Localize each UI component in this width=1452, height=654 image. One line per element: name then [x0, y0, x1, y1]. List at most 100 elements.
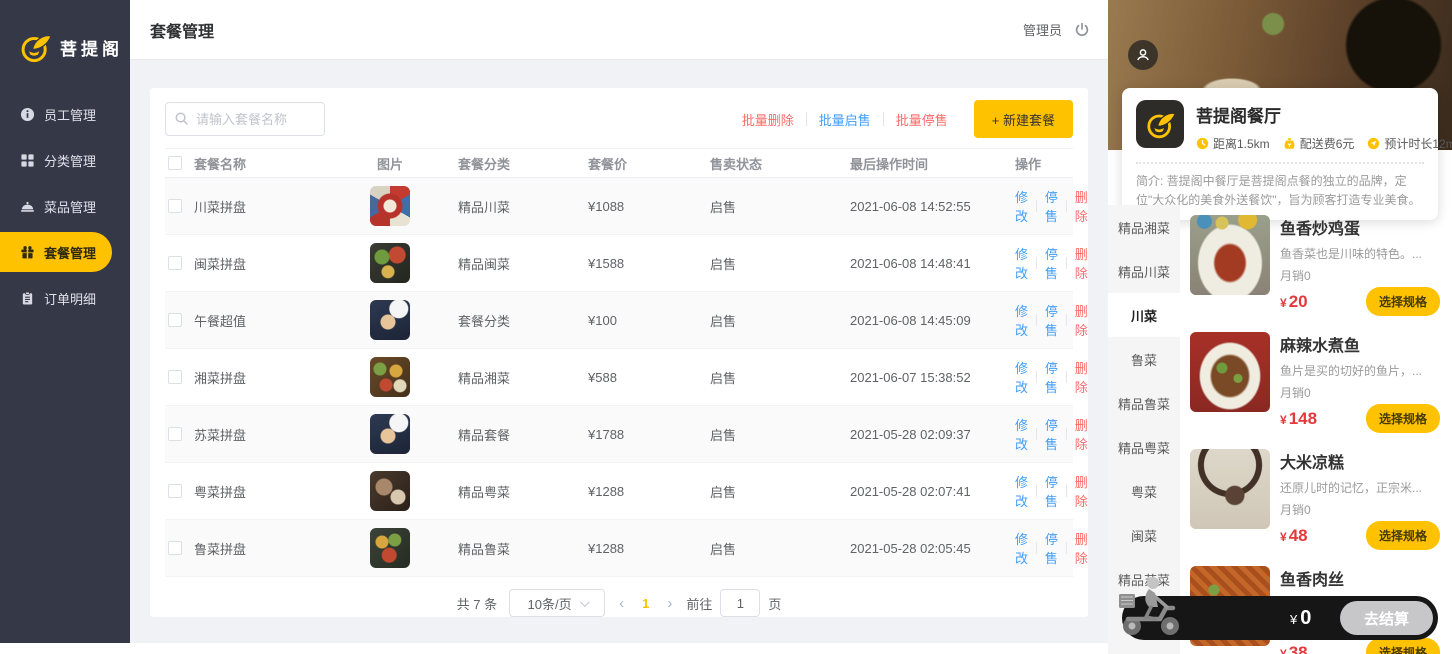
- edit-link[interactable]: 修改: [1015, 301, 1028, 339]
- row-checkbox[interactable]: [168, 256, 182, 270]
- row-checkbox[interactable]: [168, 484, 182, 498]
- sidebar-item-employee[interactable]: 员工管理: [0, 94, 112, 134]
- prev-page-button[interactable]: ‹: [617, 595, 626, 612]
- row-actions: 修改 停售 删除: [1015, 244, 1088, 282]
- delete-link[interactable]: 删除: [1075, 244, 1088, 282]
- dish-name[interactable]: 鱼香肉丝: [1280, 566, 1440, 590]
- category-item[interactable]: 精品湘菜: [1108, 205, 1180, 249]
- stop-sale-link[interactable]: 停售: [1045, 472, 1058, 510]
- batch-enable-button[interactable]: 批量启售: [807, 110, 883, 129]
- table-row: 鲁菜拼盘 精品鲁菜 ¥1288 启售 2021-05-28 02:05:45 修…: [165, 520, 1073, 577]
- stop-sale-link[interactable]: 停售: [1045, 244, 1058, 282]
- edit-link[interactable]: 修改: [1015, 529, 1028, 567]
- setmeal-price: ¥588: [560, 370, 685, 385]
- sale-status: 启售: [685, 368, 825, 387]
- stop-sale-link[interactable]: 停售: [1045, 358, 1058, 396]
- goto-page-input[interactable]: [720, 589, 760, 617]
- delete-link[interactable]: 删除: [1075, 529, 1088, 567]
- sidebar-item-label: 菜品管理: [44, 197, 96, 216]
- delete-link[interactable]: 删除: [1075, 415, 1088, 453]
- goto-label: 前往: [686, 594, 712, 613]
- batch-disable-button[interactable]: 批量停售: [884, 110, 960, 129]
- setmeal-name: 川菜拼盘: [194, 197, 246, 216]
- edit-link[interactable]: 修改: [1015, 415, 1028, 453]
- estimated-duration: 预计时长12min: [1384, 135, 1452, 152]
- setmeal-category: 精品鲁菜: [430, 539, 560, 558]
- choose-spec-button[interactable]: 选择规格: [1366, 404, 1440, 433]
- current-page-number[interactable]: 1: [638, 596, 653, 611]
- dish-name[interactable]: 鱼香炒鸡蛋: [1280, 215, 1440, 239]
- user-icon[interactable]: [1128, 40, 1158, 70]
- table-row: 午餐超值 套餐分类 ¥100 启售 2021-06-08 14:45:09 修改…: [165, 292, 1073, 349]
- row-checkbox[interactable]: [168, 370, 182, 384]
- edit-link[interactable]: 修改: [1015, 187, 1028, 225]
- row-checkbox[interactable]: [168, 313, 182, 327]
- setmeal-card: 批量删除 批量启售 批量停售 + 新建套餐 套餐名称 图片 套餐分类 套餐价: [150, 88, 1088, 617]
- choose-spec-button[interactable]: 选择规格: [1366, 638, 1440, 654]
- dish-price: ¥20: [1280, 292, 1308, 312]
- setmeal-thumbnail: [370, 471, 410, 511]
- last-operate-time: 2021-05-28 02:07:41: [825, 484, 1015, 499]
- divider: [1136, 162, 1424, 164]
- category-item[interactable]: 精品粤菜: [1108, 425, 1180, 469]
- divider: [1036, 485, 1037, 497]
- setmeal-category: 精品套餐: [430, 425, 560, 444]
- divider: [1066, 485, 1067, 497]
- row-actions: 修改 停售 删除: [1015, 415, 1088, 453]
- choose-spec-button[interactable]: 选择规格: [1366, 521, 1440, 550]
- choose-spec-button[interactable]: 选择规格: [1366, 287, 1440, 316]
- search-box: [165, 102, 325, 136]
- sidebar-item-category[interactable]: 分类管理: [0, 140, 112, 180]
- page-title: 套餐管理: [150, 18, 214, 42]
- category-item[interactable]: 粤菜: [1108, 469, 1180, 513]
- sale-status: 启售: [685, 197, 825, 216]
- category-item[interactable]: 精品川菜: [1108, 249, 1180, 293]
- row-checkbox[interactable]: [168, 427, 182, 441]
- last-operate-time: 2021-05-28 02:05:45: [825, 541, 1015, 556]
- stop-sale-link[interactable]: 停售: [1045, 187, 1058, 225]
- sidebar-nav: 员工管理 分类管理 菜品管理 套餐管理: [0, 94, 130, 318]
- edit-link[interactable]: 修改: [1015, 358, 1028, 396]
- delete-link[interactable]: 删除: [1075, 301, 1088, 339]
- sale-status: 启售: [685, 482, 825, 501]
- category-item-active[interactable]: 川菜: [1108, 293, 1180, 337]
- search-icon: [174, 111, 189, 126]
- table-row: 川菜拼盘 精品川菜 ¥1088 启售 2021-06-08 14:52:55 修…: [165, 178, 1073, 235]
- row-checkbox[interactable]: [168, 541, 182, 555]
- column-header: 最后操作时间: [825, 154, 1015, 173]
- edit-link[interactable]: 修改: [1015, 472, 1028, 510]
- row-checkbox[interactable]: [168, 199, 182, 213]
- sidebar-item-orders[interactable]: 订单明细: [0, 278, 112, 318]
- search-input[interactable]: [165, 102, 325, 136]
- category-item[interactable]: 鲁菜: [1108, 337, 1180, 381]
- stop-sale-link[interactable]: 停售: [1045, 301, 1058, 339]
- category-item[interactable]: 闽菜: [1108, 513, 1180, 557]
- divider: [1036, 371, 1037, 383]
- dish-name[interactable]: 大米凉糕: [1280, 449, 1440, 473]
- power-icon[interactable]: [1074, 22, 1090, 38]
- divider: [1036, 542, 1037, 554]
- sidebar-item-setmeal[interactable]: 套餐管理: [0, 232, 112, 272]
- category-item[interactable]: 精品鲁菜: [1108, 381, 1180, 425]
- next-page-button[interactable]: ›: [665, 595, 674, 612]
- stop-sale-link[interactable]: 停售: [1045, 529, 1058, 567]
- setmeal-price: ¥1288: [560, 541, 685, 556]
- delete-link[interactable]: 删除: [1075, 358, 1088, 396]
- column-header: 套餐名称: [194, 154, 246, 173]
- toolbar-actions: 批量删除 批量启售 批量停售 + 新建套餐: [730, 100, 1073, 138]
- dish-price: ¥48: [1280, 526, 1308, 546]
- divider: [1036, 257, 1037, 269]
- stop-sale-link[interactable]: 停售: [1045, 415, 1058, 453]
- sidebar-item-label: 员工管理: [44, 105, 96, 124]
- dish-description: 还原儿时的记忆，正宗米...: [1280, 479, 1440, 496]
- dish-name[interactable]: 麻辣水煮鱼: [1280, 332, 1440, 356]
- checkout-button[interactable]: 去结算: [1340, 601, 1433, 635]
- page-size-select[interactable]: 10条/页: [509, 589, 605, 617]
- delete-link[interactable]: 删除: [1075, 187, 1088, 225]
- new-setmeal-button[interactable]: + 新建套餐: [974, 100, 1073, 138]
- sidebar-item-dish[interactable]: 菜品管理: [0, 186, 112, 226]
- select-all-checkbox[interactable]: [168, 156, 182, 170]
- batch-delete-button[interactable]: 批量删除: [730, 110, 806, 129]
- delete-link[interactable]: 删除: [1075, 472, 1088, 510]
- edit-link[interactable]: 修改: [1015, 244, 1028, 282]
